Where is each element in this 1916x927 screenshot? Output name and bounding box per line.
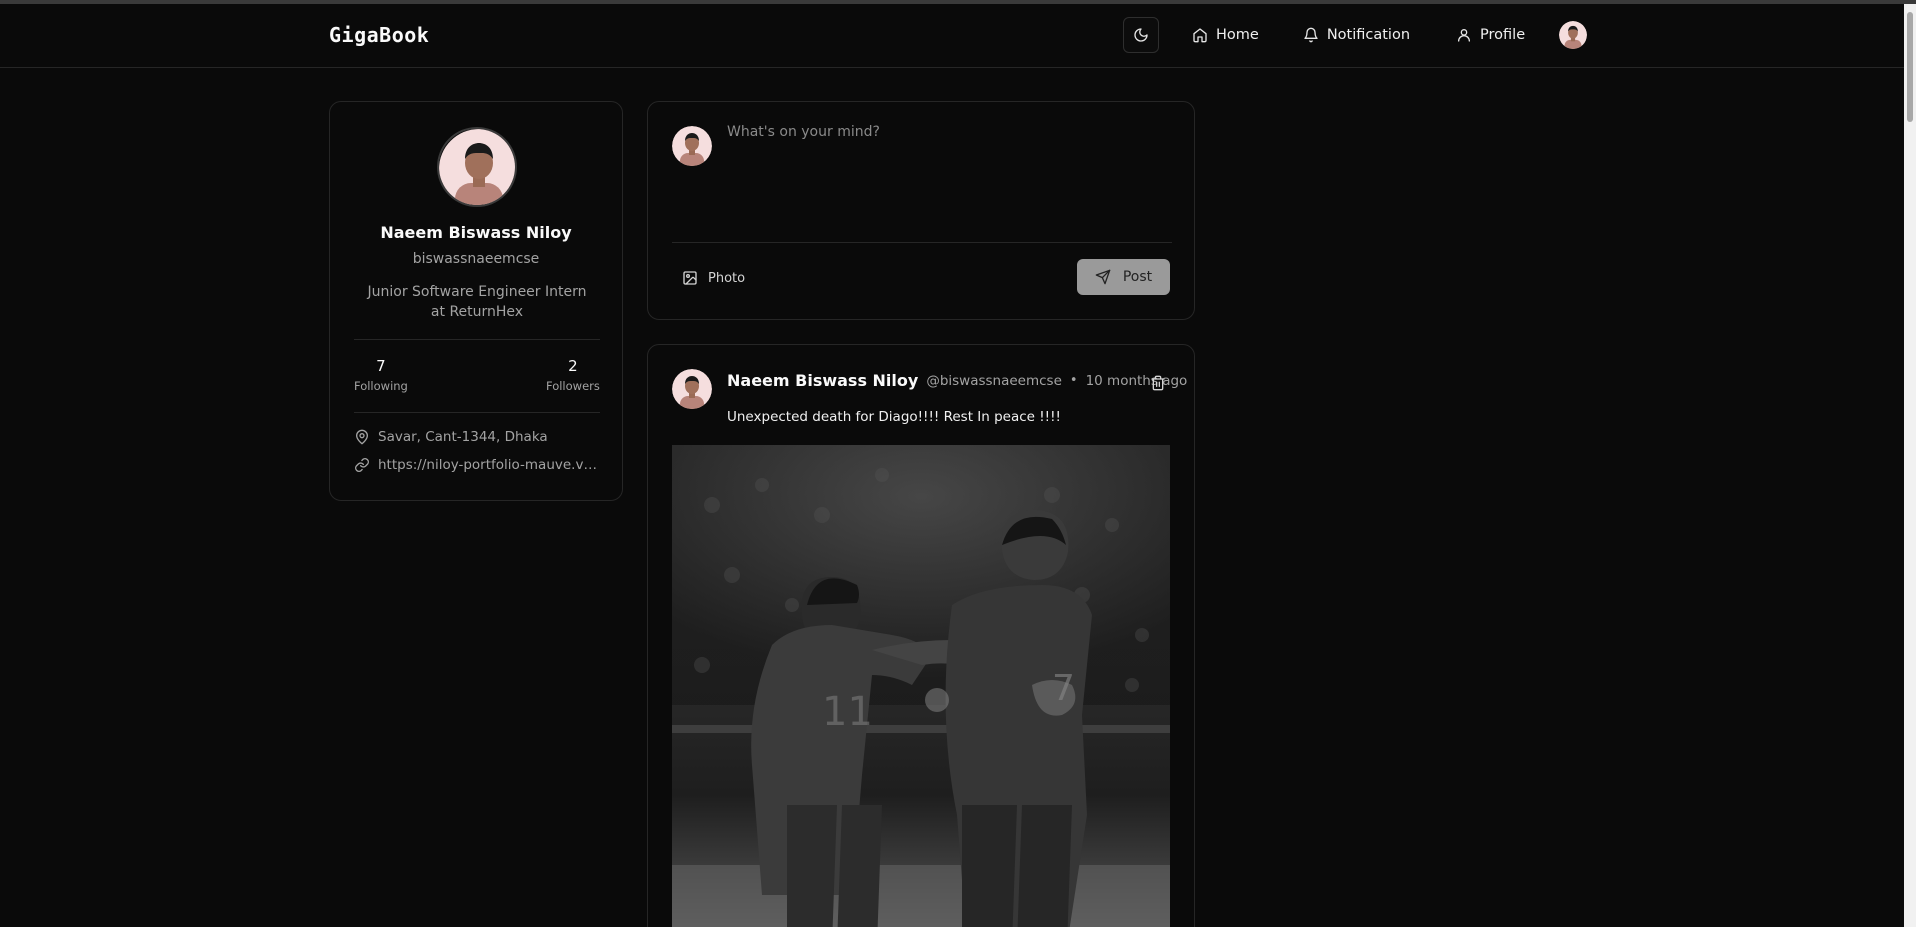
post-author-avatar[interactable]	[672, 369, 712, 409]
profile-card: Naeem Biswass Niloy biswassnaeemcse Juni…	[329, 101, 623, 501]
bell-icon	[1304, 27, 1318, 43]
profile-location: Savar, Cant-1344, Dhaka	[354, 429, 598, 445]
send-icon	[1095, 269, 1111, 285]
svg-text:7: 7	[1052, 668, 1075, 709]
profile-avatar[interactable]	[437, 127, 517, 207]
followers-label: Followers	[546, 379, 600, 393]
image-icon	[683, 271, 697, 285]
profile-website[interactable]: https://niloy-portfolio-mauve.vercel.app	[354, 457, 598, 473]
post-submit-label: Post	[1122, 269, 1153, 285]
user-icon	[1458, 29, 1471, 42]
composer-avatar	[672, 126, 712, 166]
top-navbar: GigaBook Home Notification Profile	[0, 4, 1904, 68]
theme-toggle-button[interactable]	[1123, 17, 1159, 53]
profile-website-link[interactable]: https://niloy-portfolio-mauve.vercel.app	[378, 457, 598, 473]
nav-home-label: Home	[1216, 27, 1259, 43]
post-author-name[interactable]: Naeem Biswass Niloy	[727, 371, 918, 390]
trash-icon	[1151, 375, 1165, 391]
feed-post: Naeem Biswass Niloy @biswassnaeemcse • 1…	[647, 344, 1195, 927]
add-photo-label: Photo	[708, 270, 746, 286]
post-composer: Photo Post	[647, 101, 1195, 320]
nav-notification-label: Notification	[1326, 27, 1411, 43]
profile-divider-top	[354, 339, 600, 340]
post-separator: •	[1069, 373, 1078, 388]
profile-location-text: Savar, Cant-1344, Dhaka	[378, 429, 548, 445]
header-avatar[interactable]	[1559, 21, 1588, 49]
followers-stat[interactable]: 2 Followers	[546, 357, 600, 393]
post-timestamp: 10 months ago	[1085, 372, 1188, 389]
add-photo-button[interactable]: Photo	[672, 264, 755, 292]
following-stat[interactable]: 7 Following	[354, 357, 408, 393]
following-count: 7	[376, 357, 386, 375]
page-scrollbar[interactable]	[1904, 4, 1916, 927]
profile-bio: Junior Software Engineer Intern at Retur…	[367, 284, 587, 320]
composer-divider	[672, 242, 1172, 243]
delete-post-button[interactable]	[1150, 375, 1166, 395]
following-label: Following	[354, 379, 408, 393]
app-logo[interactable]: GigaBook	[329, 23, 429, 47]
moon-icon	[1134, 28, 1148, 42]
profile-name: Naeem Biswass Niloy	[380, 223, 572, 242]
post-header: Naeem Biswass Niloy @biswassnaeemcse • 1…	[727, 371, 1187, 390]
profile-divider-bottom	[354, 412, 600, 413]
nav-profile-label: Profile	[1480, 27, 1526, 43]
nav-menu: Home Notification Profile	[1123, 17, 1588, 53]
post-author-handle[interactable]: @biswassnaeemcse	[926, 373, 1062, 389]
map-pin-icon	[356, 429, 368, 445]
post-body-text: Unexpected death for Diago!!!! Rest In p…	[727, 409, 1061, 425]
composer-input[interactable]	[727, 124, 1167, 224]
post-image[interactable]: 7 11	[672, 445, 1170, 927]
home-icon	[1193, 28, 1207, 43]
scrollbar-thumb[interactable]	[1907, 12, 1913, 122]
followers-count: 2	[568, 357, 578, 375]
nav-home-link[interactable]: Home	[1180, 17, 1271, 53]
svg-text:11: 11	[822, 689, 873, 735]
nav-notification-link[interactable]: Notification	[1291, 17, 1422, 53]
profile-username: biswassnaeemcse	[412, 251, 540, 267]
post-submit-button[interactable]: Post	[1077, 259, 1170, 295]
link-icon	[355, 458, 369, 472]
nav-profile-link[interactable]: Profile	[1444, 17, 1537, 53]
